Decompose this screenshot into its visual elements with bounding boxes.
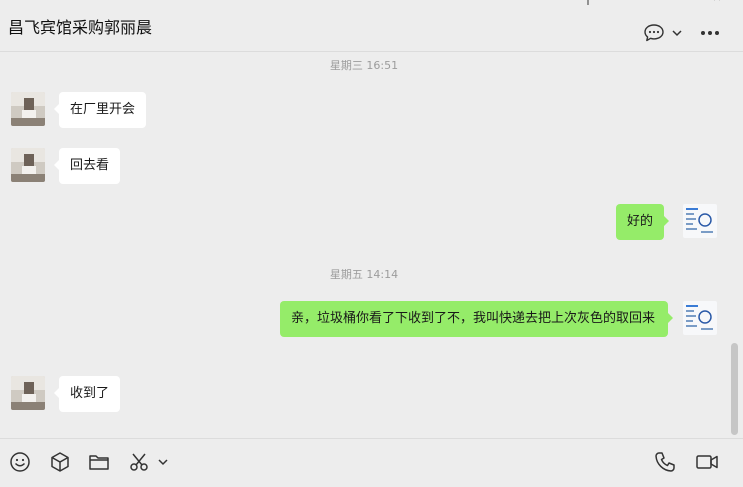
package-icon[interactable] [49,451,71,473]
timestamp: 星期三 16:51 [329,59,399,72]
avatar[interactable] [683,301,717,335]
chat-window: 昌飞宾馆采购郭丽晨 星期三 16:51 在厂里开会 回去看 好的 星期五 14:… [0,0,743,487]
scrollbar[interactable] [728,53,743,438]
scissors-icon[interactable] [128,451,150,473]
chevron-down-icon[interactable] [671,27,683,39]
avatar[interactable] [683,204,717,238]
chevron-down-icon[interactable] [157,456,169,468]
folder-icon[interactable] [88,451,110,473]
timestamp: 星期五 14:14 [329,268,399,281]
avatar[interactable] [11,376,45,410]
minimize-icon[interactable] [624,0,636,6]
phone-icon[interactable] [654,451,676,473]
message-bubble[interactable]: 回去看 [53,148,121,184]
message-bubble[interactable]: 在厂里开会 [53,92,147,128]
message-list[interactable]: 星期三 16:51 在厂里开会 回去看 好的 星期五 14:14 亲，垃圾桶你看… [0,53,728,438]
chat-title: 昌飞宾馆采购郭丽晨 [8,18,153,37]
video-icon[interactable] [695,451,719,473]
close-icon[interactable] [713,0,725,6]
more-icon[interactable] [699,27,723,39]
scrollbar-thumb[interactable] [731,343,738,435]
message-bubble[interactable]: 收到了 [53,376,121,412]
message-bubble[interactable]: 好的 [616,204,670,240]
message-bubble[interactable]: 亲，垃圾桶你看了下收到了不，我叫快递去把上次灰色的取回来 [280,301,673,337]
pin-icon[interactable] [582,0,594,6]
avatar[interactable] [11,92,45,126]
chat-header: 昌飞宾馆采购郭丽晨 [0,0,743,52]
maximize-icon[interactable] [669,0,681,6]
chat-bubble-icon[interactable] [643,23,665,43]
input-toolbar [0,438,743,487]
avatar[interactable] [11,148,45,182]
emoji-icon[interactable] [9,451,31,473]
